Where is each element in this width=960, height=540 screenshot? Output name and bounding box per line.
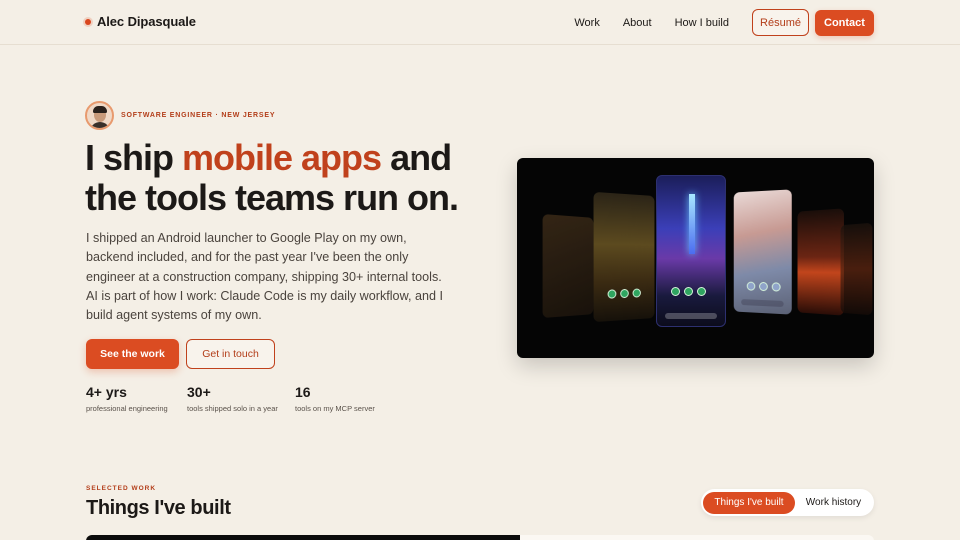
- hero-eyebrow: SOFTWARE ENGINEER · NEW JERSEY: [85, 101, 275, 130]
- project-card-preview[interactable]: [86, 535, 874, 540]
- phone-screenshot: [656, 175, 726, 327]
- stat-label: professional engineering: [86, 404, 168, 413]
- avatar: [85, 101, 114, 130]
- resume-button[interactable]: Résumé: [752, 9, 809, 36]
- stat-value: 4+ yrs: [86, 384, 168, 401]
- toggle-work-history[interactable]: Work history: [795, 497, 872, 508]
- page-title: I ship mobile apps and the tools teams r…: [85, 138, 505, 218]
- phone-screenshot: [798, 208, 844, 315]
- get-in-touch-button[interactable]: Get in touch: [186, 339, 275, 369]
- brand[interactable]: Alec Dipasquale: [85, 14, 196, 29]
- work-view-toggle: Things I've built Work history: [701, 489, 874, 516]
- brand-name[interactable]: Alec Dipasquale: [97, 14, 196, 29]
- phone-screenshot: [734, 189, 792, 314]
- stat-tools-shipped: 30+ tools shipped solo in a year: [187, 384, 278, 413]
- hero-app-screenshots: [517, 158, 874, 358]
- toggle-things-built[interactable]: Things I've built: [703, 492, 795, 514]
- contact-button[interactable]: Contact: [815, 10, 874, 36]
- site-header: Alec Dipasquale Work About How I build R…: [0, 0, 960, 45]
- phone-screenshot: [841, 223, 873, 316]
- nav-about[interactable]: About: [623, 10, 652, 36]
- stat-label: tools shipped solo in a year: [187, 404, 278, 413]
- see-the-work-button[interactable]: See the work: [86, 339, 179, 369]
- main-nav: Work About How I build Résumé Contact: [574, 9, 874, 36]
- nav-work[interactable]: Work: [574, 10, 599, 36]
- phone-screenshot: [543, 214, 594, 318]
- headline-accent: mobile apps: [182, 137, 381, 178]
- stat-label: tools on my MCP server: [295, 404, 375, 413]
- stat-value: 30+: [187, 384, 278, 401]
- section-title: Things I've built: [86, 497, 231, 520]
- stat-experience: 4+ yrs professional engineering: [86, 384, 168, 413]
- hero-lede: I shipped an Android launcher to Google …: [86, 229, 456, 325]
- phone-screenshot: [594, 192, 655, 322]
- headline-part1: I ship: [85, 137, 182, 178]
- eyebrow-text: SOFTWARE ENGINEER · NEW JERSEY: [121, 112, 275, 119]
- stat-mcp-tools: 16 tools on my MCP server: [295, 384, 375, 413]
- brand-dot-icon: [85, 19, 91, 25]
- stat-value: 16: [295, 384, 375, 401]
- nav-how-i-build[interactable]: How I build: [675, 10, 729, 36]
- section-eyebrow: SELECTED WORK: [86, 485, 156, 492]
